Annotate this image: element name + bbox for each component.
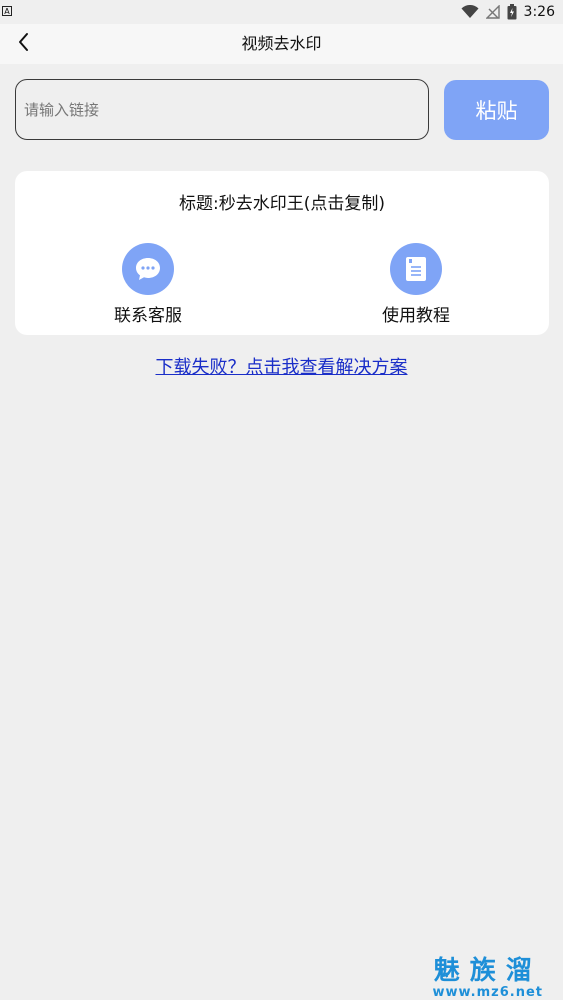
link-input[interactable] <box>15 79 429 140</box>
chevron-left-icon <box>17 32 31 56</box>
back-button[interactable] <box>8 28 40 60</box>
tutorial-button[interactable]: 使用教程 <box>356 243 476 326</box>
wifi-icon <box>461 5 479 19</box>
status-icons: 3:26 <box>461 2 555 22</box>
result-card: 标题:秒去水印王(点击复制) 联系客服 使用教程 <box>15 171 549 335</box>
watermark-logo-text: 魅族溜 <box>433 956 542 986</box>
contact-service-label: 联系客服 <box>114 306 182 326</box>
battery-icon <box>507 4 517 20</box>
document-icon <box>390 243 442 295</box>
contact-service-button[interactable]: 联系客服 <box>88 243 208 326</box>
watermark-url: www.mz6.net <box>432 985 543 1000</box>
download-help-link[interactable]: 下载失败？点击我查看解决方案 <box>0 353 563 379</box>
site-watermark: 魅族溜 www.mz6.net <box>432 958 543 999</box>
video-title-copy[interactable]: 标题:秒去水印王(点击复制) <box>15 189 549 214</box>
no-signal-icon <box>485 5 500 19</box>
status-bar: A 3:26 <box>0 0 563 24</box>
tutorial-label: 使用教程 <box>382 306 450 326</box>
paste-button[interactable]: 粘贴 <box>444 80 549 140</box>
page-title: 视频去水印 <box>241 34 322 53</box>
chat-bubble-icon <box>122 243 174 295</box>
clock-time: 3:26 <box>523 4 555 20</box>
notification-indicator: A <box>2 6 12 16</box>
app-bar: 视频去水印 <box>0 24 563 64</box>
